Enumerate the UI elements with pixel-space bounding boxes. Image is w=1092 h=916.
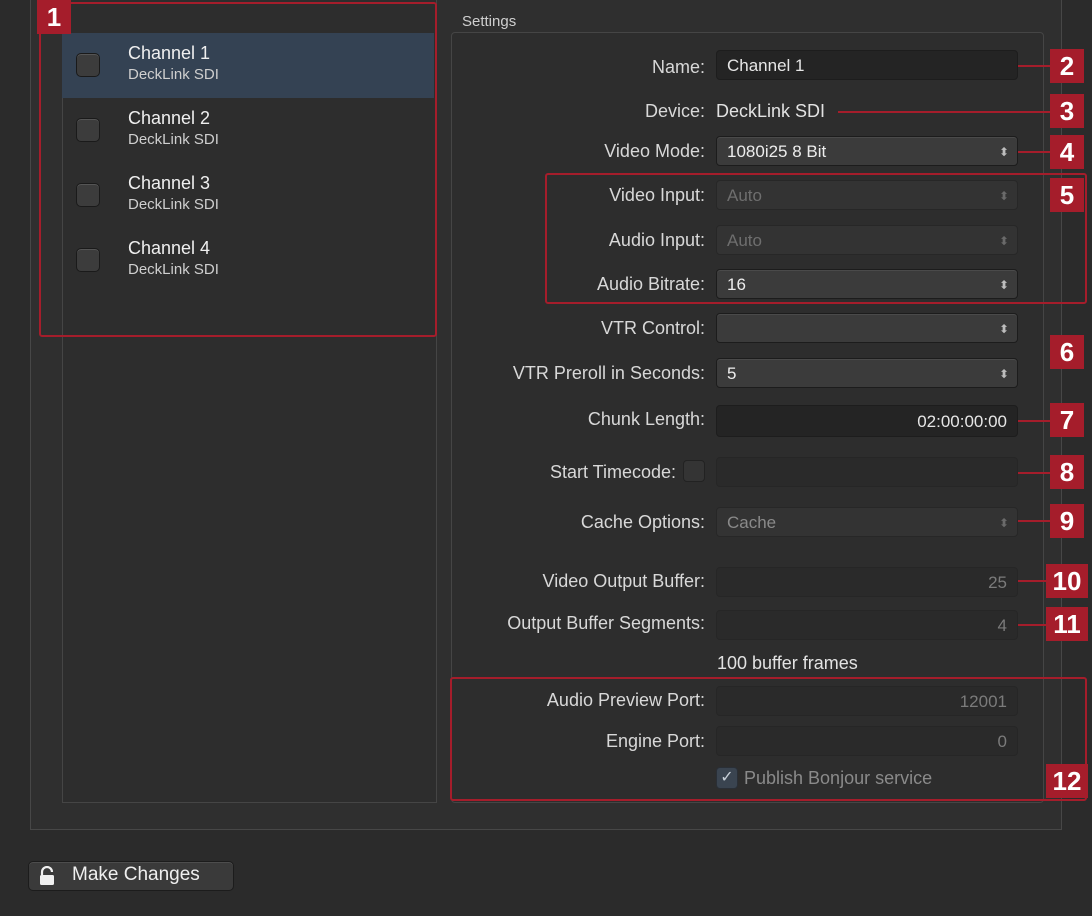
cache-options-select[interactable]: Cache ⬍ — [716, 507, 1018, 537]
callout-box-5 — [545, 173, 1087, 304]
settings-title: Settings — [462, 13, 517, 30]
callout-badge-5: 5 — [1050, 178, 1084, 212]
cache-options-label: Cache Options: — [580, 512, 705, 532]
video-output-buffer-value: 25 — [988, 573, 1007, 592]
name-input-value: Channel 1 — [727, 56, 805, 75]
popup-arrows-icon: ⬍ — [998, 145, 1009, 159]
name-input[interactable]: Channel 1 — [716, 50, 1018, 80]
cache-options-value: Cache — [727, 513, 777, 532]
chunk-length-value: 02:00:00:00 — [917, 412, 1007, 431]
lock-icon — [40, 866, 54, 885]
start-timecode-input[interactable] — [716, 457, 1018, 487]
callout-badge-8: 8 — [1050, 455, 1084, 489]
output-buffer-segments-value: 4 — [997, 616, 1007, 635]
chunk-length-input[interactable]: 02:00:00:00 — [716, 405, 1018, 437]
output-buffer-segments-input[interactable]: 4 — [716, 610, 1018, 640]
callout-line-8 — [1018, 472, 1050, 474]
callout-badge-12: 12 — [1046, 764, 1088, 798]
video-mode-label: Video Mode: — [604, 141, 705, 161]
callout-badge-7: 7 — [1050, 403, 1084, 437]
vtr-preroll-select[interactable]: 5 ⬍ — [716, 358, 1018, 388]
callout-line-11 — [1018, 624, 1046, 626]
callout-line-2 — [1018, 65, 1050, 67]
callout-badge-10: 10 — [1046, 564, 1088, 598]
device-value: DeckLink SDI — [716, 101, 826, 121]
chunk-length-label: Chunk Length: — [587, 409, 705, 429]
start-timecode-checkbox[interactable] — [683, 460, 705, 482]
output-buffer-segments-label: Output Buffer Segments: — [507, 613, 705, 633]
popup-arrows-icon: ⬍ — [998, 322, 1009, 336]
callout-line-7 — [1018, 420, 1050, 422]
vtr-preroll-value: 5 — [727, 364, 737, 383]
make-changes-label: Make Changes — [72, 864, 200, 885]
vtr-control-select[interactable]: ⬍ — [716, 313, 1018, 343]
callout-badge-11: 11 — [1046, 607, 1088, 641]
callout-line-9 — [1018, 520, 1050, 522]
callout-badge-6: 6 — [1050, 335, 1084, 369]
callout-badge-4: 4 — [1050, 135, 1084, 169]
callout-line-3 — [838, 111, 1050, 113]
callout-box-12 — [450, 677, 1087, 801]
device-label: Device: — [644, 101, 705, 121]
popup-arrows-icon: ⬍ — [998, 516, 1009, 530]
video-output-buffer-input[interactable]: 25 — [716, 567, 1018, 597]
video-output-buffer-label: Video Output Buffer: — [542, 571, 705, 591]
video-mode-select[interactable]: 1080i25 8 Bit ⬍ — [716, 136, 1018, 166]
vtr-control-label: VTR Control: — [600, 318, 705, 338]
callout-line-4 — [1018, 151, 1050, 153]
name-label: Name: — [651, 57, 705, 77]
buffer-frames-text: 100 buffer frames — [717, 653, 858, 673]
callout-badge-2: 2 — [1050, 49, 1084, 83]
callout-box-1 — [39, 2, 437, 337]
video-mode-value: 1080i25 8 Bit — [727, 142, 827, 161]
callout-badge-3: 3 — [1050, 94, 1084, 128]
start-timecode-label: Start Timecode: — [549, 462, 676, 482]
callout-badge-9: 9 — [1050, 504, 1084, 538]
vtr-preroll-label: VTR Preroll in Seconds: — [512, 363, 705, 383]
callout-badge-1: 1 — [37, 0, 71, 34]
callout-line-10 — [1018, 580, 1046, 582]
popup-arrows-icon: ⬍ — [998, 367, 1009, 381]
